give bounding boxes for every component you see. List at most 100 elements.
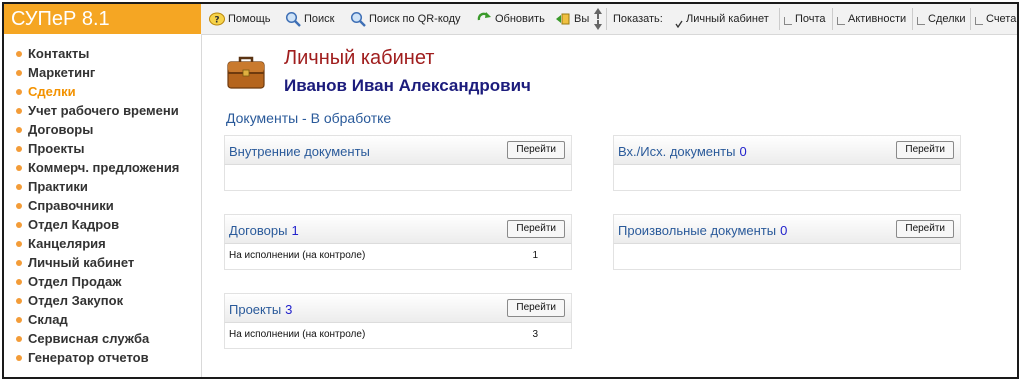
swap-arrows-icon[interactable] [593,7,603,31]
bullet-icon [16,260,22,266]
sidebar-item-projects[interactable]: Проекты [4,139,201,158]
main-content: Личный кабинет Иванов Иван Александрович… [202,34,1017,377]
checkbox-icon [837,16,845,25]
help-button[interactable]: ? Помощь [209,11,271,27]
panel-title-link[interactable]: Вх./Исх. документы 0 [618,144,747,159]
briefcase-icon [226,52,266,92]
sidebar-item-deals[interactable]: Сделки [4,82,201,101]
panel-header: Внутренние документы Перейти [224,135,572,165]
qr-search-icon [350,11,366,27]
sidebar-item-sales[interactable]: Отдел Продаж [4,272,201,291]
sidebar-item-time-tracking[interactable]: Учет рабочего времени [4,101,201,120]
toolbar: ? Помощь Поиск Поиск по QR-коду Обновить [201,4,1017,35]
refresh-button[interactable]: Обновить [476,11,545,27]
go-contracts-button[interactable]: Перейти [507,220,565,238]
bullet-icon [16,336,22,342]
sidebar-item-label: Отдел Кадров [28,217,120,232]
sidebar-item-warehouse[interactable]: Склад [4,310,201,329]
go-arbitrary-docs-button[interactable]: Перейти [896,220,954,238]
toggle-invoices[interactable]: Счета [975,11,1016,27]
sidebar-item-service[interactable]: Сервисная служба [4,329,201,348]
bullet-icon [16,184,22,190]
search-icon [285,11,301,27]
qr-search-label: Поиск по QR-коду [369,13,461,25]
panel-body [224,165,572,191]
panel-count: 1 [291,223,299,238]
toggle-mail[interactable]: Почта [784,11,826,27]
sidebar-item-label: Личный кабинет [28,255,135,270]
bullet-icon [16,279,22,285]
bullet-icon [16,70,22,76]
section-title: Документы - В обработке [226,110,392,126]
go-internal-docs-button[interactable]: Перейти [507,141,565,159]
search-button[interactable]: Поиск [285,11,334,27]
panel-title-link[interactable]: Договоры 1 [229,223,299,238]
exit-label: Вы [574,13,590,25]
bullet-icon [16,355,22,361]
status-row[interactable]: На исполнении (на контроле) 3 [225,323,571,349]
sidebar-item-directories[interactable]: Справочники [4,196,201,215]
toggle-activities[interactable]: Активности [837,11,906,27]
go-projects-button[interactable]: Перейти [507,299,565,317]
toggle-label: Счета [986,13,1017,25]
toggle-deals[interactable]: Сделки [917,11,966,27]
panel-title-link[interactable]: Произвольные документы 0 [618,223,787,238]
sidebar-item-label: Генератор отчетов [28,350,149,365]
status-row[interactable]: На исполнении (на контроле) 1 [225,244,571,270]
bullet-icon [16,51,22,57]
panel-count: 0 [780,223,788,238]
bullet-icon [16,127,22,133]
panel-title: Вх./Исх. документы [618,144,736,159]
sidebar-item-commercial-offers[interactable]: Коммерч. предложения [4,158,201,177]
panel-body [613,165,961,191]
sidebar-item-personal-cabinet[interactable]: Личный кабинет [4,253,201,272]
checkbox-icon [975,16,983,25]
panel-title: Внутренние документы [229,144,370,159]
toggle-label: Активности [848,13,907,25]
sidebar-item-label: Учет рабочего времени [28,103,179,118]
sidebar-item-hr[interactable]: Отдел Кадров [4,215,201,234]
help-label: Помощь [228,13,271,25]
bullet-icon [16,108,22,114]
sidebar-item-contacts[interactable]: Контакты [4,44,201,63]
qr-search-button[interactable]: Поиск по QR-коду [350,11,461,27]
checkbox-checked-icon [675,17,683,28]
sidebar-item-label: Контакты [28,46,90,61]
exit-button[interactable]: Вы [555,11,589,27]
sidebar-item-label: Коммерч. предложения [28,160,180,175]
panel-body: На исполнении (на контроле) 1 [224,244,572,270]
sidebar-item-purchasing[interactable]: Отдел Закупок [4,291,201,310]
sidebar-item-practices[interactable]: Практики [4,177,201,196]
sidebar: Контакты Маркетинг Сделки Учет рабочего … [4,34,202,377]
toolbar-divider [912,8,913,30]
panel-body [613,244,961,270]
page-title: Личный кабинет [284,47,435,69]
sidebar-item-label: Проекты [28,141,85,156]
sidebar-item-marketing[interactable]: Маркетинг [4,63,201,82]
toggle-label: Сделки [928,13,966,25]
panel-count: 3 [285,302,293,317]
sidebar-item-office[interactable]: Канцелярия [4,234,201,253]
toggle-label: Почта [795,13,826,25]
status-count: 1 [532,250,538,261]
go-inout-docs-button[interactable]: Перейти [896,141,954,159]
sidebar-item-label: Сервисная служба [28,331,150,346]
panel-title: Договоры [229,223,288,238]
search-label: Поиск [304,13,335,25]
panel-title-link[interactable]: Проекты 3 [229,302,292,317]
toolbar-divider [970,8,971,30]
sidebar-item-contracts[interactable]: Договоры [4,120,201,139]
panel-count: 0 [739,144,747,159]
sidebar-item-label: Практики [28,179,88,194]
toggle-personal-cabinet[interactable]: Личный кабинет [675,11,769,28]
panel-projects: Проекты 3 Перейти На исполнении (на контр… [224,293,572,349]
sidebar-item-label: Отдел Продаж [28,274,122,289]
sidebar-item-report-generator[interactable]: Генератор отчетов [4,348,201,367]
sidebar-item-label: Сделки [28,84,76,99]
bullet-icon [16,203,22,209]
sidebar-item-label: Отдел Закупок [28,293,124,308]
sidebar-item-label: Канцелярия [28,236,106,251]
panel-title-link[interactable]: Внутренние документы [229,144,374,159]
status-label: На исполнении (на контроле) [229,329,366,340]
sidebar-item-label: Справочники [28,198,114,213]
